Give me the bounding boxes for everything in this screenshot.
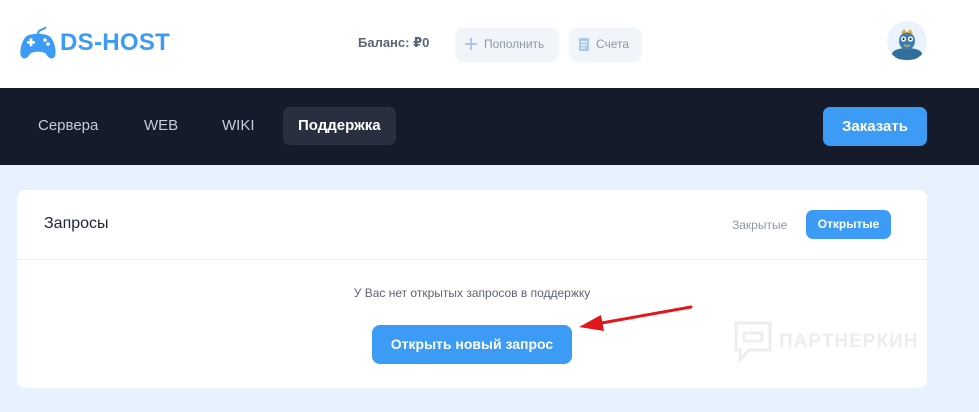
watermark-text: ПАРТНЕРКИН <box>779 331 919 352</box>
card-divider <box>17 259 927 260</box>
user-avatar[interactable] <box>887 21 927 61</box>
watermark-logo-icon <box>734 321 772 364</box>
balance-text: Баланс: ₽0 <box>358 35 430 50</box>
nav-item-wiki[interactable]: WIKI <box>222 107 255 145</box>
nav-item-support[interactable]: Поддержка <box>283 107 396 145</box>
nav-item-servers[interactable]: Сервера <box>38 107 98 145</box>
bills-button[interactable]: Счета <box>570 28 641 60</box>
requests-title: Запросы <box>44 215 109 232</box>
gamepad-logo-icon <box>20 26 56 59</box>
topup-button[interactable]: Пополнить <box>456 28 558 60</box>
filter-closed-tab[interactable]: Закрытые <box>732 218 787 232</box>
open-new-request-button[interactable]: Открыть новый запрос <box>372 325 572 364</box>
receipt-icon <box>578 37 590 52</box>
bills-label: Счета <box>596 37 630 51</box>
logo[interactable]: DS-HOST <box>18 24 170 62</box>
empty-state-text: У Вас нет открытых запросов в поддержку <box>353 286 591 300</box>
order-button[interactable]: Заказать <box>823 107 927 146</box>
topup-label: Пополнить <box>484 37 545 51</box>
avatar-image <box>892 29 922 60</box>
nav-item-web[interactable]: WEB <box>144 107 178 145</box>
watermark: ПАРТНЕРКИН <box>733 318 933 366</box>
main-nav: Сервера WEB WIKI Поддержка Заказать <box>0 88 979 165</box>
annotation-arrow-icon <box>579 305 693 331</box>
filter-open-tab[interactable]: Открытые <box>806 210 891 239</box>
logo-text: DS-HOST <box>60 29 171 56</box>
top-header: DS-HOST Баланс: ₽0 Пополнить Счета <box>0 0 979 88</box>
plus-icon <box>464 37 478 51</box>
